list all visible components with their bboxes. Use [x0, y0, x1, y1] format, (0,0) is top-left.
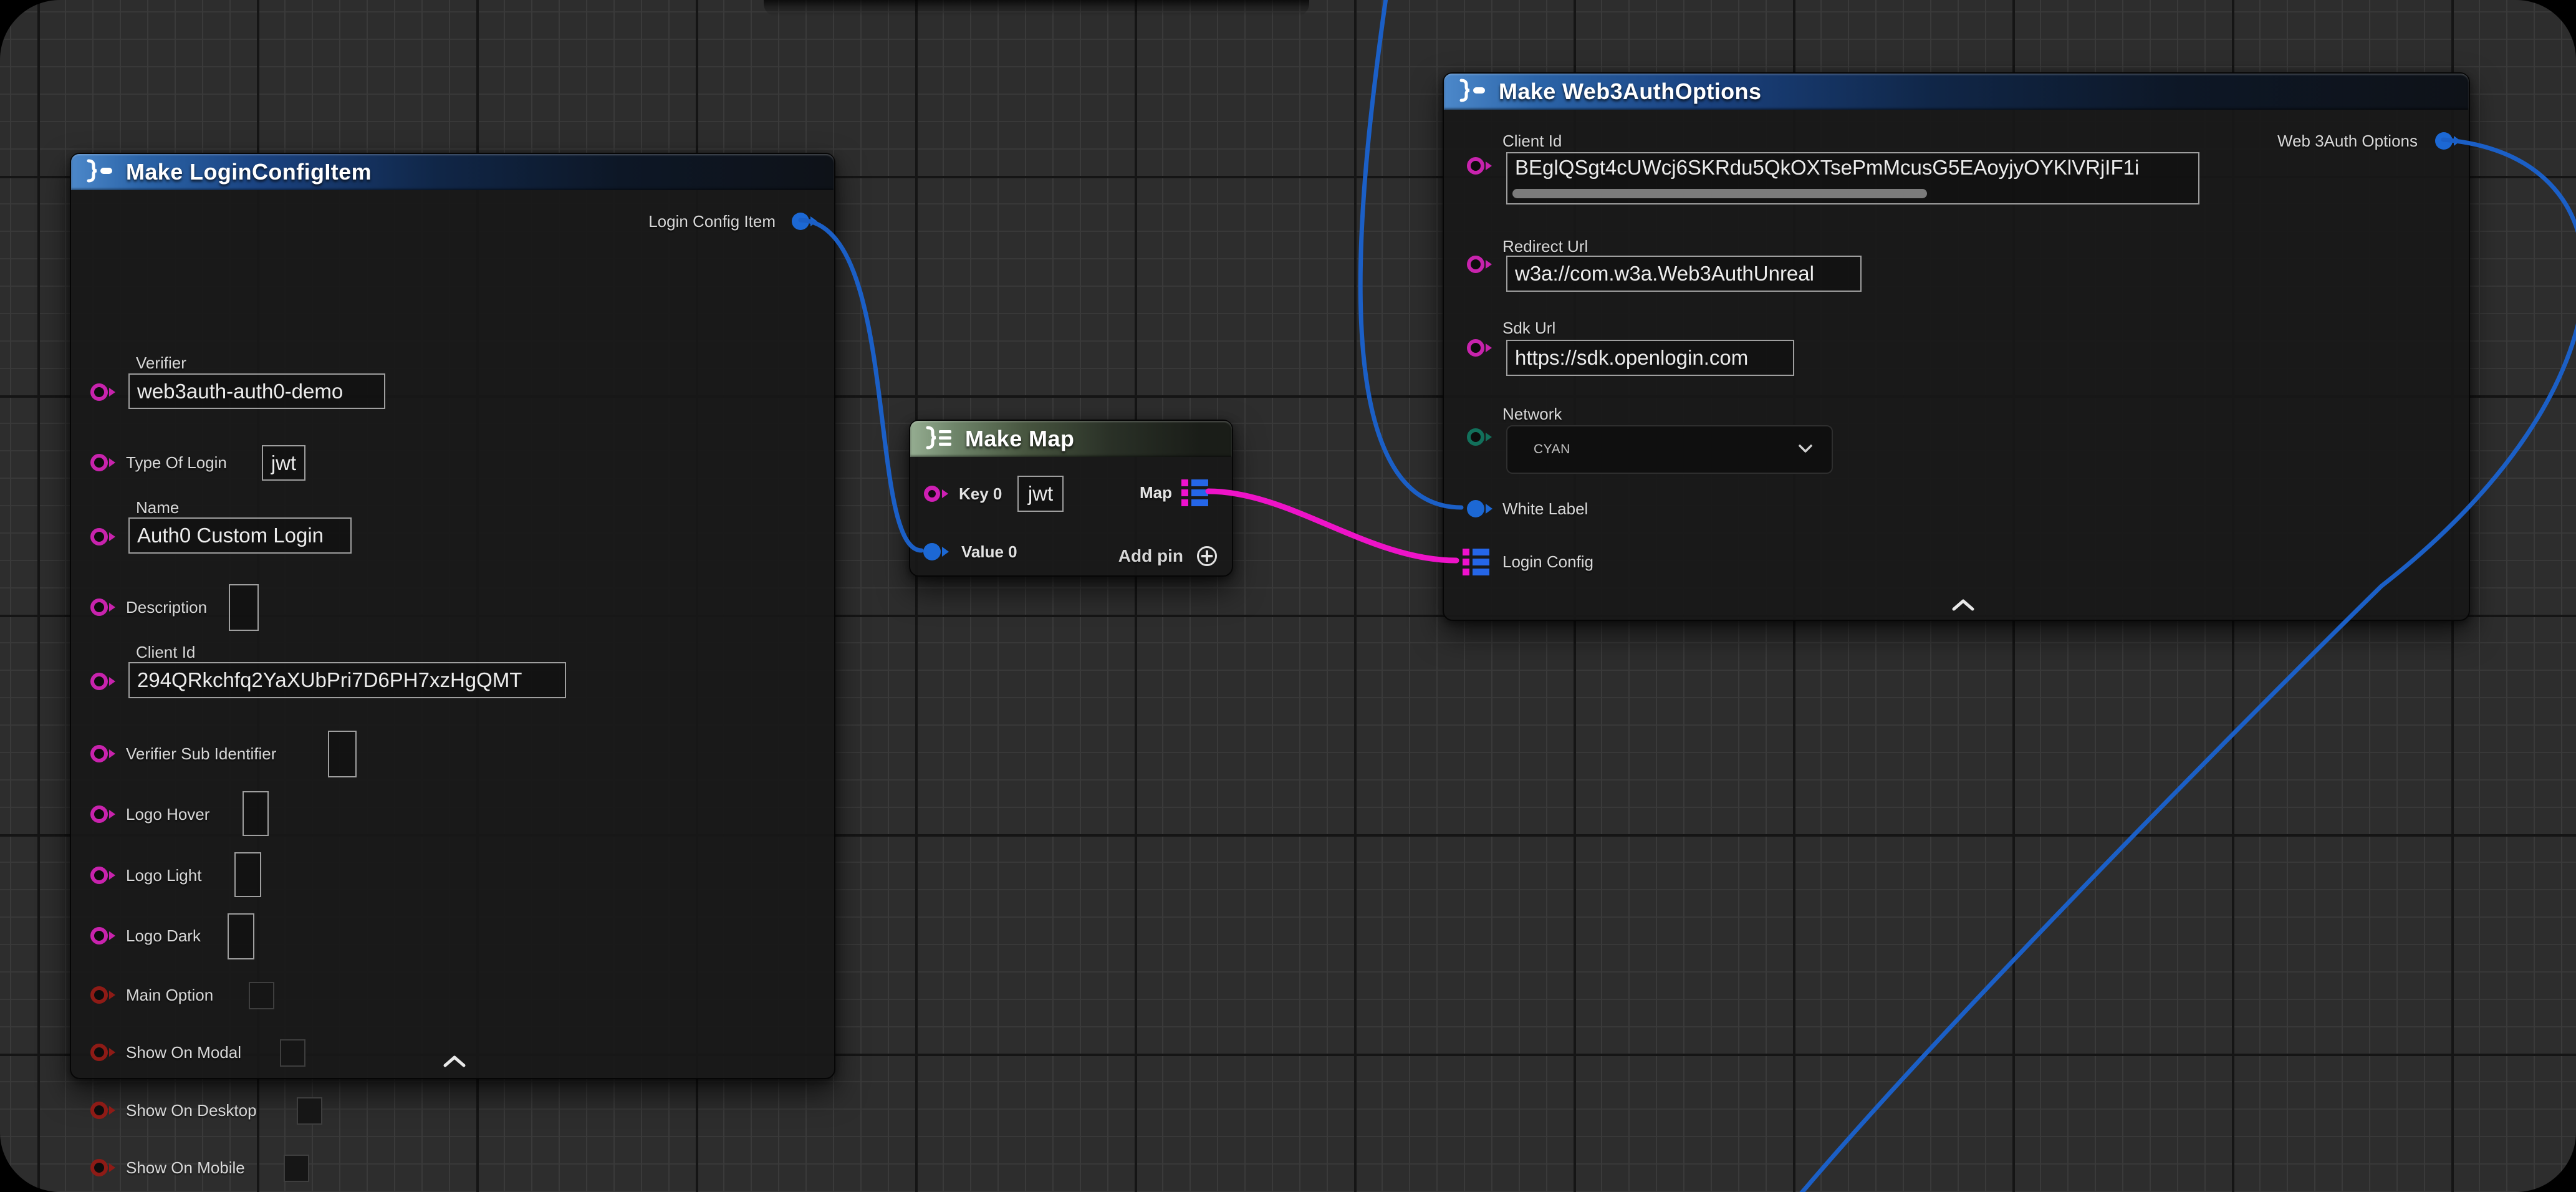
- pin-label-type-of-login: Type Of Login: [126, 453, 227, 472]
- make-map-icon: [923, 425, 955, 453]
- pin-label-key-0: Key 0: [959, 484, 1002, 503]
- pin-label-verifier-sub-identifier: Verifier Sub Identifier: [126, 744, 276, 763]
- pin-client-id-string[interactable]: [1465, 153, 1494, 178]
- pin-value-0-struct[interactable]: [921, 539, 950, 564]
- pin-show-on-modal-bool[interactable]: [89, 1040, 117, 1065]
- show-on-mobile-checkbox[interactable]: [284, 1155, 309, 1182]
- add-pin-button-label[interactable]: Add pin: [1118, 546, 1183, 566]
- pin-label-redirect-url: Redirect Url: [1502, 237, 1588, 256]
- logo-light-input[interactable]: [234, 852, 261, 897]
- description-input[interactable]: [229, 584, 259, 631]
- client-id-horizontal-scrollbar[interactable]: [1512, 189, 1927, 198]
- make-struct-icon: [84, 158, 116, 186]
- node-header-make-web3authoptions[interactable]: Make Web3AuthOptions: [1444, 74, 2469, 110]
- pin-show-on-desktop-bool[interactable]: [89, 1098, 117, 1123]
- pin-network-enum[interactable]: [1465, 425, 1494, 449]
- verifier-sub-identifier-input[interactable]: [328, 731, 357, 777]
- wire-makemap-map-to-loginconfig[interactable]: [1208, 491, 1456, 560]
- collapse-node-chevron-icon[interactable]: [1951, 598, 1976, 615]
- pin-label-web3auth-options-output: Web 3Auth Options: [2277, 132, 2418, 150]
- logo-hover-input[interactable]: [243, 791, 269, 836]
- pin-label-login-config-item-output: Login Config Item: [648, 212, 776, 231]
- pin-label-client-id: Client Id: [136, 643, 195, 661]
- pin-label-client-id: Client Id: [1502, 132, 1562, 150]
- pin-sdk-url-string[interactable]: [1465, 335, 1494, 360]
- node-title: Make Map: [965, 426, 1074, 452]
- pin-logo-dark-string[interactable]: [89, 923, 117, 948]
- client-id-input[interactable]: 294QRkchfq2YaXUbPri7D6PH7xzHgQMT: [128, 662, 566, 698]
- pin-web3auth-options-output-struct[interactable]: [2433, 128, 2462, 153]
- pin-description-string[interactable]: [89, 595, 117, 620]
- pin-label-show-on-modal: Show On Modal: [126, 1043, 241, 1062]
- pin-redirect-url-string[interactable]: [1465, 252, 1494, 277]
- pin-login-config-item-output-struct[interactable]: [790, 209, 819, 234]
- pin-white-label-struct[interactable]: [1465, 496, 1494, 521]
- key-0-input[interactable]: jwt: [1017, 476, 1064, 512]
- pin-label-logo-hover: Logo Hover: [126, 805, 209, 824]
- chevron-down-icon: [1798, 442, 1813, 457]
- offscreen-node-shadow: [764, 0, 1309, 16]
- network-dropdown[interactable]: CYAN: [1506, 425, 1833, 474]
- pin-login-config-map[interactable]: [1462, 548, 1491, 573]
- pin-main-option-bool[interactable]: [89, 983, 117, 1007]
- pin-label-value-0: Value 0: [961, 542, 1017, 561]
- logo-dark-input[interactable]: [228, 913, 254, 959]
- node-make-loginconfigitem[interactable]: Make LoginConfigItem Verifier web3auth-a…: [70, 153, 835, 1079]
- pin-logo-hover-string[interactable]: [89, 802, 117, 827]
- client-id-text: BEglQSgt4cUWcj6SKRdu5QkOXTsePmMcusG5EAoy…: [1515, 156, 2139, 180]
- verifier-input[interactable]: web3auth-auth0-demo: [128, 373, 385, 409]
- pin-label-logo-light: Logo Light: [126, 866, 201, 885]
- pin-show-on-mobile-bool[interactable]: [89, 1155, 117, 1180]
- pin-name-string[interactable]: [89, 524, 117, 549]
- pin-logo-light-string[interactable]: [89, 863, 117, 888]
- node-make-map[interactable]: Make Map Key 0 jwt Map Value 0 Add pin: [909, 420, 1233, 577]
- sdk-url-input[interactable]: https://sdk.openlogin.com: [1506, 340, 1794, 376]
- name-input[interactable]: Auth0 Custom Login: [128, 517, 352, 554]
- add-pin-plus-icon[interactable]: [1195, 544, 1219, 571]
- pin-label-logo-dark: Logo Dark: [126, 926, 201, 945]
- redirect-url-input[interactable]: w3a://com.w3a.Web3AuthUnreal: [1506, 256, 1862, 292]
- type-of-login-input[interactable]: jwt: [262, 445, 305, 481]
- network-dropdown-value: CYAN: [1534, 442, 1570, 457]
- pin-map-output-map[interactable]: [1181, 479, 1209, 504]
- pin-label-show-on-mobile: Show On Mobile: [126, 1158, 245, 1177]
- pin-key-0-string[interactable]: [921, 481, 950, 506]
- node-header-make-map[interactable]: Make Map: [910, 421, 1232, 457]
- collapse-node-chevron-icon[interactable]: [442, 1054, 467, 1071]
- pin-label-name: Name: [136, 498, 179, 517]
- node-title: Make Web3AuthOptions: [1499, 79, 1761, 105]
- pin-label-show-on-desktop: Show On Desktop: [126, 1101, 257, 1120]
- pin-label-description: Description: [126, 598, 207, 617]
- show-on-desktop-checkbox[interactable]: [297, 1097, 322, 1125]
- pin-label-network: Network: [1502, 405, 1562, 423]
- client-id-input[interactable]: BEglQSgt4cUWcj6SKRdu5QkOXTsePmMcusG5EAoy…: [1506, 152, 2199, 204]
- node-title: Make LoginConfigItem: [126, 159, 372, 185]
- node-header-make-loginconfigitem[interactable]: Make LoginConfigItem: [71, 154, 834, 190]
- pin-label-map-output: Map: [1140, 483, 1172, 502]
- make-struct-icon: [1456, 78, 1489, 106]
- pin-label-white-label: White Label: [1502, 499, 1588, 518]
- blueprint-graph-canvas[interactable]: Make LoginConfigItem Verifier web3auth-a…: [0, 0, 2576, 1192]
- pin-label-login-config: Login Config: [1502, 552, 1593, 571]
- pin-label-verifier: Verifier: [136, 353, 186, 372]
- pin-label-sdk-url: Sdk Url: [1502, 319, 1555, 337]
- pin-type-of-login-string[interactable]: [89, 450, 117, 475]
- main-option-checkbox[interactable]: [249, 982, 274, 1009]
- pin-label-main-option: Main Option: [126, 986, 213, 1004]
- pin-verifier-string[interactable]: [89, 380, 117, 405]
- pin-client-id-string[interactable]: [89, 669, 117, 694]
- pin-verifier-sub-identifier-string[interactable]: [89, 741, 117, 766]
- node-make-web3authoptions[interactable]: Make Web3AuthOptions Client Id BEglQSgt4…: [1443, 72, 2470, 621]
- show-on-modal-checkbox[interactable]: [280, 1039, 305, 1067]
